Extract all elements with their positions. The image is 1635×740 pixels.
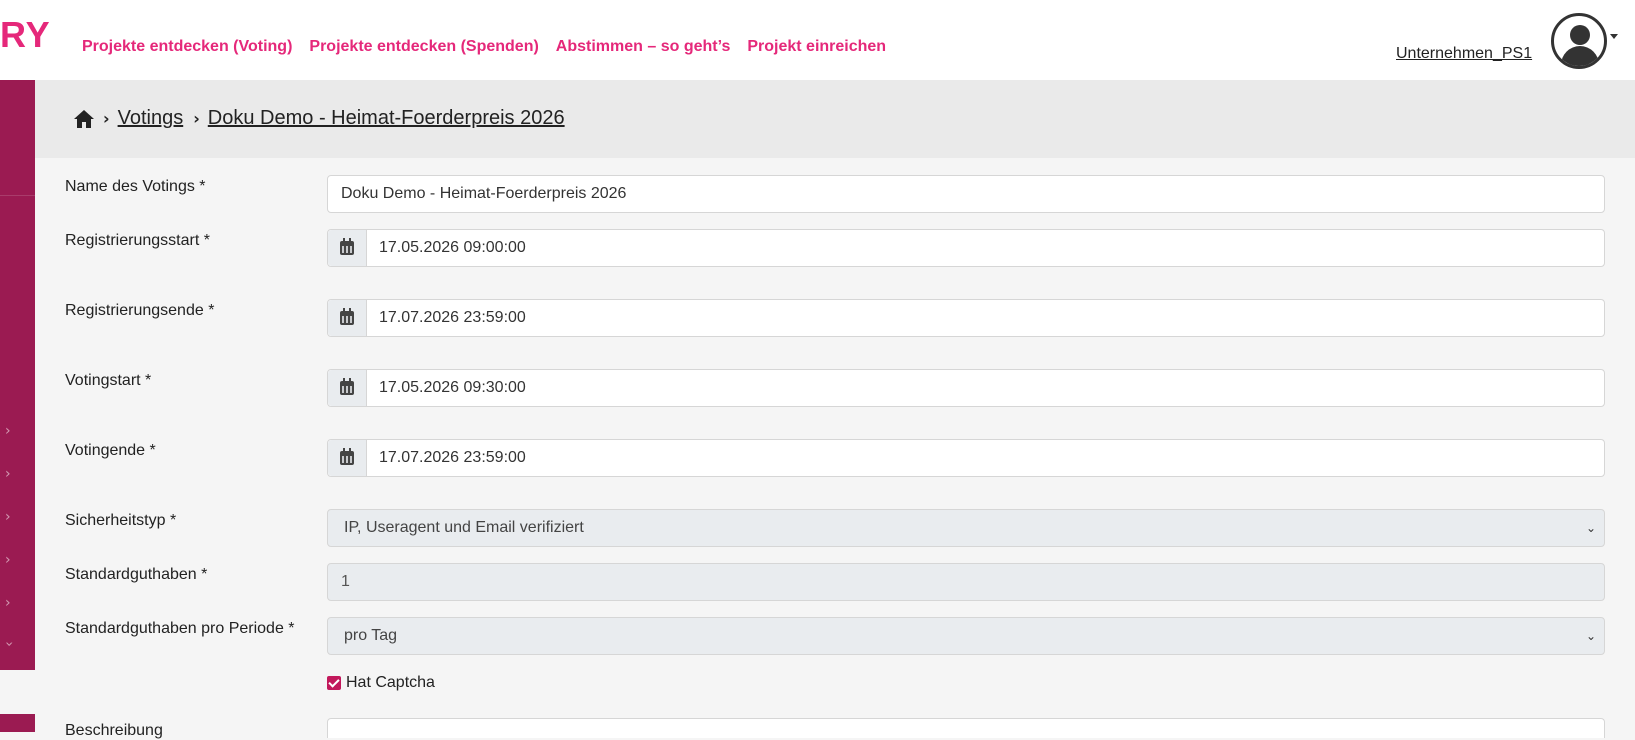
chevron-right-icon: › [103, 109, 110, 128]
chevron-right-icon[interactable]: › [5, 509, 11, 525]
registration-start-value: 17.05.2026 09:00:00 [379, 239, 526, 256]
chevron-down-icon: ⌄ [1585, 629, 1596, 643]
breadcrumb-votings[interactable]: Votings [118, 107, 184, 130]
voting-start-input[interactable]: 17.05.2026 09:30:00 [327, 369, 1605, 407]
default-credit-period-label: Standardguthaben pro Periode * [65, 620, 295, 637]
chevron-down-icon: ⌄ [1585, 521, 1596, 535]
description-editor[interactable] [327, 718, 1605, 738]
registration-start-input[interactable]: 17.05.2026 09:00:00 [327, 229, 1605, 267]
sidebar-item[interactable] [0, 714, 35, 732]
chevron-right-icon[interactable]: › [5, 595, 11, 611]
nav-link-submit-project[interactable]: Projekt einreichen [747, 38, 886, 56]
security-type-select[interactable]: IP, Useragent und Email verifiziert ⌄ [327, 509, 1605, 547]
nav-link-projects-donations[interactable]: Projekte entdecken (Spenden) [309, 38, 538, 56]
sidebar-divider [0, 195, 35, 196]
main-nav: Projekte entdecken (Voting) Projekte ent… [82, 38, 886, 56]
default-credit-input[interactable]: 1 [327, 563, 1605, 601]
captcha-label: Hat Captcha [346, 674, 435, 691]
calendar-icon[interactable] [328, 440, 367, 476]
breadcrumb-current-voting[interactable]: Doku Demo - Heimat-Foerderpreis 2026 [208, 107, 565, 130]
default-credit-period-select[interactable]: pro Tag ⌄ [327, 617, 1605, 655]
voting-end-input[interactable]: 17.07.2026 23:59:00 [327, 439, 1605, 477]
nav-link-how-to-vote[interactable]: Abstimmen – so geht’s [556, 38, 731, 56]
voting-name-input[interactable]: Doku Demo - Heimat-Foerderpreis 2026 [327, 175, 1605, 213]
breadcrumb: › Votings › Doku Demo - Heimat-Foerderpr… [73, 107, 565, 130]
chevron-right-icon[interactable]: › [5, 423, 11, 439]
voting-end-value: 17.07.2026 23:59:00 [379, 449, 526, 466]
registration-end-label: Registrierungsende * [65, 302, 215, 319]
breadcrumb-bar: › Votings › Doku Demo - Heimat-Foerderpr… [35, 80, 1635, 158]
chevron-down-icon[interactable] [1610, 34, 1618, 39]
voting-name-label: Name des Votings * [65, 178, 206, 195]
calendar-icon[interactable] [328, 370, 367, 406]
captcha-checkbox[interactable]: Hat Captcha [327, 674, 435, 692]
voting-name-value: Doku Demo - Heimat-Foerderpreis 2026 [341, 185, 627, 202]
registration-start-label: Registrierungsstart * [65, 232, 210, 249]
description-label: Beschreibung [65, 722, 163, 739]
default-credit-label: Standardguthaben * [65, 566, 208, 583]
security-type-label: Sicherheitstyp * [65, 512, 177, 529]
nav-link-projects-voting[interactable]: Projekte entdecken (Voting) [82, 38, 292, 56]
user-name-link[interactable]: Unternehmen_PS1 [1396, 45, 1532, 63]
chevron-down-icon[interactable]: › [1, 641, 17, 647]
chevron-right-icon[interactable]: › [5, 552, 11, 568]
default-credit-value: 1 [341, 573, 350, 590]
security-type-value: IP, Useragent und Email verifiziert [344, 519, 584, 536]
sidebar: › › › › › › [0, 80, 35, 670]
logo[interactable]: RY [0, 14, 51, 56]
registration-end-value: 17.07.2026 23:59:00 [379, 309, 526, 326]
calendar-icon[interactable] [328, 300, 367, 336]
top-header: RY Projekte entdecken (Voting) Projekte … [0, 0, 1635, 80]
chevron-right-icon: › [193, 109, 200, 128]
chevron-right-icon[interactable]: › [5, 466, 11, 482]
home-icon[interactable] [73, 109, 95, 129]
user-avatar-icon[interactable] [1551, 13, 1607, 69]
voting-end-label: Votingende * [65, 442, 156, 459]
voting-start-value: 17.05.2026 09:30:00 [379, 379, 526, 396]
calendar-icon[interactable] [328, 230, 367, 266]
default-credit-period-value: pro Tag [344, 627, 398, 644]
checkbox-checked-icon[interactable] [327, 676, 341, 690]
voting-start-label: Votingstart * [65, 372, 152, 389]
registration-end-input[interactable]: 17.07.2026 23:59:00 [327, 299, 1605, 337]
